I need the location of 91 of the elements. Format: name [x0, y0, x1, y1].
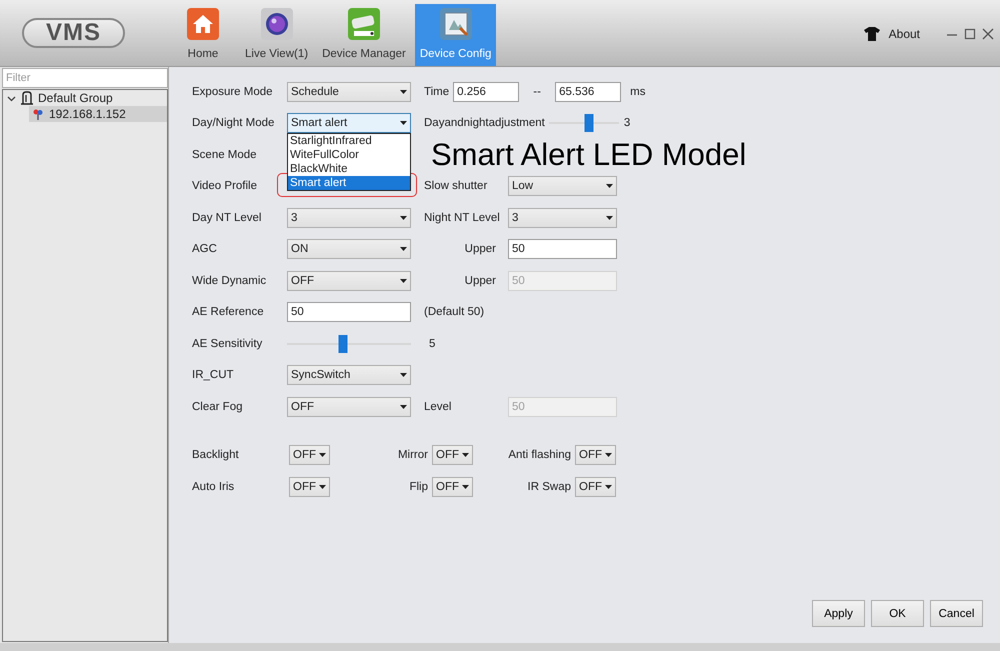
slider[interactable]	[548, 113, 619, 134]
caret-icon	[319, 484, 326, 488]
text-field[interactable]: 50	[287, 302, 411, 322]
dropdown[interactable]: 3	[287, 208, 411, 228]
field-label: Slow shutter	[424, 180, 488, 192]
tree-group-label[interactable]: Default Group	[38, 91, 113, 105]
dropdown[interactable]: OFF	[289, 476, 330, 496]
caret-icon	[319, 452, 326, 456]
dialog-button[interactable]: Cancel	[930, 600, 983, 627]
picture-icon	[440, 8, 472, 40]
caret-icon	[462, 484, 469, 488]
field-label: Day/Night Mode	[192, 117, 276, 130]
field-label: Dayandnightadjustment	[424, 117, 545, 130]
nav-tab[interactable]: Live View(1)	[240, 4, 314, 66]
unit-label: ms	[630, 86, 646, 98]
text-field[interactable]: 0.256	[453, 82, 520, 102]
tree-item[interactable]: 192.168.1.152	[29, 106, 167, 122]
home-icon	[187, 8, 219, 40]
nav-tab[interactable]: Home	[170, 4, 236, 66]
field-label: Time	[424, 86, 450, 98]
dropdown[interactable]: OFF	[575, 476, 616, 496]
field-label: Upper	[464, 274, 497, 287]
field-label: Flip	[408, 480, 429, 492]
field-label: Backlight	[192, 448, 240, 460]
about-button[interactable]: About	[864, 24, 920, 44]
field-label: AGC	[192, 243, 218, 256]
group-icon	[20, 91, 34, 105]
chevron-down-icon[interactable]	[7, 94, 16, 102]
caret-icon	[605, 452, 612, 456]
field-label: AE Reference	[192, 306, 265, 318]
field-label: Scene Mode	[192, 148, 258, 161]
device-icon	[33, 108, 43, 120]
nav-tab[interactable]: Device Manager	[317, 4, 411, 66]
range-separator: --	[532, 86, 542, 98]
dropdown[interactable]: SyncSwitch	[287, 365, 411, 386]
dialog-button[interactable]: Apply	[812, 600, 865, 627]
slider-thumb[interactable]	[338, 334, 348, 353]
annotation-text: Smart Alert LED Model	[431, 137, 746, 173]
field-label: Day NT Level	[192, 212, 262, 224]
caret-icon	[462, 452, 469, 456]
lens-icon	[260, 8, 293, 40]
dropdown-option[interactable]: BlackWhite	[288, 162, 410, 176]
slider-thumb[interactable]	[584, 114, 594, 132]
dropdown-option[interactable]: Smart alert	[288, 176, 410, 190]
field-label: Exposure Mode	[192, 86, 274, 98]
dropdown[interactable]: OFF	[575, 444, 616, 464]
camera-icon	[348, 8, 380, 40]
dropdown-option[interactable]: WiteFullColor	[288, 148, 410, 162]
field-label: IR Swap	[526, 480, 572, 492]
value-label: 5	[429, 338, 436, 350]
dropdown-option[interactable]: StarlightInfrared	[288, 134, 410, 148]
close-icon[interactable]	[982, 27, 994, 41]
caret-icon	[400, 216, 407, 220]
caret-icon	[400, 404, 407, 409]
caret-icon	[605, 484, 612, 488]
shirt-icon	[864, 27, 880, 41]
dropdown[interactable]: Low	[508, 176, 617, 196]
caret-icon	[400, 90, 407, 94]
field-label: AE Sensitivity	[192, 338, 264, 350]
caret-icon	[606, 216, 613, 220]
dropdown[interactable]: OFF	[432, 444, 473, 464]
app-logo: VMS	[22, 18, 125, 48]
hint-text: (Default 50)	[424, 306, 484, 318]
dropdown[interactable]: Schedule	[287, 82, 411, 102]
maximize-icon[interactable]	[964, 27, 976, 41]
dropdown[interactable]: OFF	[287, 396, 411, 417]
caret-icon	[400, 247, 407, 252]
field-label: Video Profile	[192, 180, 258, 192]
text-field[interactable]: 65.536	[555, 82, 622, 102]
field-label: Anti flashing	[507, 448, 572, 460]
field-label: IR_CUT	[192, 369, 235, 382]
field-label: Auto Iris	[192, 480, 236, 492]
dropdown[interactable]: ON	[287, 239, 411, 260]
dropdown[interactable]: OFF	[432, 476, 473, 496]
dropdown[interactable]: 3	[508, 208, 617, 228]
field-label: Wide Dynamic	[192, 274, 268, 287]
dropdown[interactable]: OFF	[287, 270, 411, 291]
caret-icon	[400, 278, 407, 283]
caret-icon	[400, 373, 407, 378]
slider[interactable]	[287, 334, 411, 354]
field-label: Night NT Level	[424, 212, 501, 224]
caret-icon	[606, 184, 613, 188]
dialog-button[interactable]: OK	[871, 600, 924, 627]
field-label: Mirror	[396, 448, 429, 460]
caret-icon	[400, 121, 407, 126]
dropdown[interactable]: OFF	[289, 444, 330, 464]
text-field[interactable]: 50	[508, 239, 617, 260]
field-label: Level	[424, 400, 452, 413]
field-label: Clear Fog	[192, 400, 244, 413]
field-label: Upper	[464, 243, 497, 256]
value-label: 3	[624, 117, 630, 130]
